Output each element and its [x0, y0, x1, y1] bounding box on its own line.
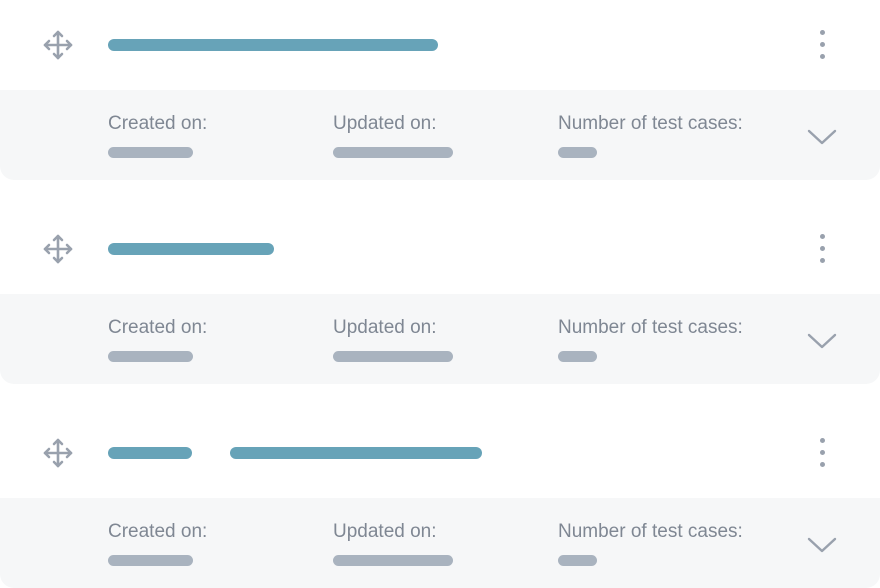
test-case-count-placeholder: [558, 555, 597, 566]
kebab-menu-icon[interactable]: [807, 435, 837, 471]
updated-on-value-placeholder: [333, 555, 453, 566]
test-suite-list: Created on: Updated on: Number of test c…: [0, 0, 880, 588]
chevron-down-icon[interactable]: [804, 532, 840, 560]
chevron-down-icon[interactable]: [804, 124, 840, 152]
test-suite-card: Created on: Updated on: Number of test c…: [0, 204, 880, 384]
kebab-menu-icon[interactable]: [807, 27, 837, 63]
created-on-value-placeholder: [108, 555, 193, 566]
test-case-count-placeholder: [558, 351, 597, 362]
title-placeholder: [108, 39, 438, 51]
test-case-count-label: Number of test cases:: [558, 317, 743, 338]
card-header: [0, 204, 880, 294]
title-placeholder-part-2: [230, 447, 482, 459]
move-arrows-icon[interactable]: [42, 233, 74, 265]
created-on-value-placeholder: [108, 147, 193, 158]
chevron-down-icon[interactable]: [804, 328, 840, 356]
updated-on-label: Updated on:: [333, 113, 437, 134]
move-arrows-icon[interactable]: [42, 437, 74, 469]
test-suite-card: Created on: Updated on: Number of test c…: [0, 408, 880, 588]
created-on-value-placeholder: [108, 351, 193, 362]
updated-on-label: Updated on:: [333, 317, 437, 338]
test-case-count-label: Number of test cases:: [558, 521, 743, 542]
title-placeholder: [108, 243, 274, 255]
updated-on-label: Updated on:: [333, 521, 437, 542]
title-placeholder-part-1: [108, 447, 192, 459]
updated-on-value-placeholder: [333, 147, 453, 158]
test-case-count-placeholder: [558, 147, 597, 158]
kebab-menu-icon[interactable]: [807, 231, 837, 267]
created-on-label: Created on:: [108, 113, 208, 134]
created-on-label: Created on:: [108, 521, 208, 542]
test-suite-card: Created on: Updated on: Number of test c…: [0, 0, 880, 180]
card-header: [0, 408, 880, 498]
card-header: [0, 0, 880, 90]
card-meta: Created on: Updated on: Number of test c…: [0, 90, 880, 180]
updated-on-value-placeholder: [333, 351, 453, 362]
created-on-label: Created on:: [108, 317, 208, 338]
move-arrows-icon[interactable]: [42, 29, 74, 61]
card-meta: Created on: Updated on: Number of test c…: [0, 294, 880, 384]
card-meta: Created on: Updated on: Number of test c…: [0, 498, 880, 588]
test-case-count-label: Number of test cases:: [558, 113, 743, 134]
